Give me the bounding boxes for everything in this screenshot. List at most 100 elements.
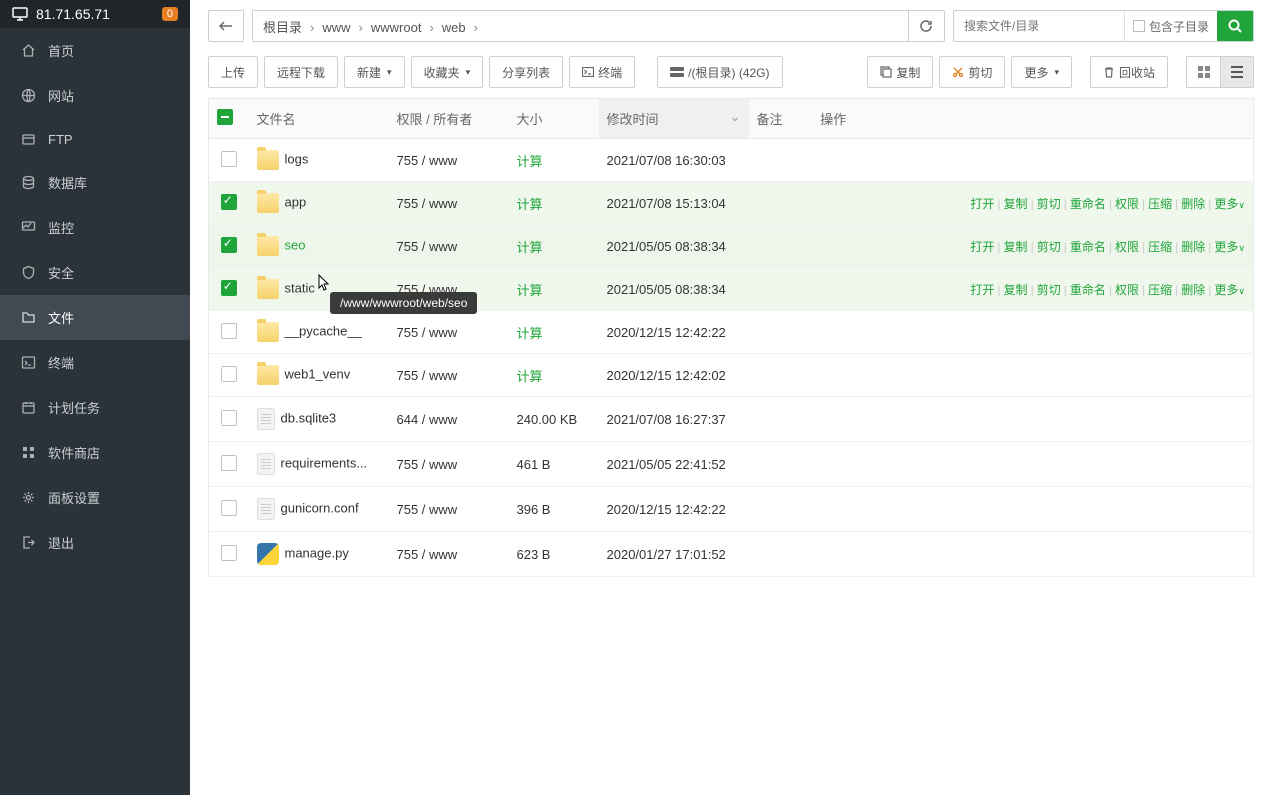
file-name[interactable]: requirements... [281, 455, 368, 470]
search-button[interactable] [1217, 11, 1253, 41]
disk-selector[interactable]: /(根目录) (42G) [657, 56, 782, 88]
row-action-打开[interactable]: 打开 [970, 240, 994, 254]
favorites-button[interactable]: 收藏夹▾ [411, 56, 484, 88]
table-row[interactable]: web1_venv755 / www计算2020/12/15 12:42:02 [209, 354, 1254, 397]
row-action-复制[interactable]: 复制 [1004, 240, 1028, 254]
column-mtime[interactable]: 修改时间⌄ [599, 99, 749, 139]
row-checkbox[interactable] [221, 151, 237, 167]
file-name[interactable]: web1_venv [285, 366, 351, 381]
row-action-复制[interactable]: 复制 [1004, 197, 1028, 211]
calc-size-link[interactable]: 计算 [517, 240, 543, 255]
breadcrumb-item[interactable]: web [442, 20, 466, 35]
file-name[interactable]: logs [285, 151, 309, 166]
column-name[interactable]: 文件名 [249, 99, 389, 139]
row-action-打开[interactable]: 打开 [970, 283, 994, 297]
sidebar-item-gear[interactable]: 面板设置 [0, 475, 190, 520]
include-subdir-checkbox[interactable]: 包含子目录 [1124, 11, 1217, 41]
row-checkbox[interactable] [221, 545, 237, 561]
row-checkbox[interactable] [221, 280, 237, 296]
row-action-剪切[interactable]: 剪切 [1037, 283, 1061, 297]
row-action-删除[interactable]: 删除 [1181, 240, 1205, 254]
list-view-button[interactable] [1220, 56, 1254, 88]
sidebar-item-shield[interactable]: 安全 [0, 250, 190, 295]
row-action-复制[interactable]: 复制 [1004, 283, 1028, 297]
row-action-权限[interactable]: 权限 [1115, 240, 1139, 254]
sidebar-item-terminal[interactable]: 终端 [0, 340, 190, 385]
sidebar-item-apps[interactable]: 软件商店 [0, 430, 190, 475]
row-action-剪切[interactable]: 剪切 [1037, 240, 1061, 254]
table-row[interactable]: logs755 / www计算2021/07/08 16:30:03 [209, 139, 1254, 182]
recycle-button[interactable]: 回收站 [1090, 56, 1168, 88]
file-name[interactable]: gunicorn.conf [281, 500, 359, 515]
row-action-压缩[interactable]: 压缩 [1148, 240, 1172, 254]
calc-size-link[interactable]: 计算 [517, 326, 543, 341]
row-action-剪切[interactable]: 剪切 [1037, 197, 1061, 211]
row-action-更多[interactable]: 更多∨ [1214, 283, 1245, 297]
row-action-更多[interactable]: 更多∨ [1214, 240, 1245, 254]
new-button[interactable]: 新建▾ [344, 56, 405, 88]
row-checkbox[interactable] [221, 323, 237, 339]
table-row[interactable]: seo755 / www计算2021/05/05 08:38:34打开|复制|剪… [209, 225, 1254, 268]
file-name[interactable]: __pycache__ [285, 323, 362, 338]
file-name[interactable]: db.sqlite3 [281, 410, 337, 425]
more-button[interactable]: 更多▾ [1011, 56, 1072, 88]
row-checkbox[interactable] [221, 410, 237, 426]
file-name[interactable]: manage.py [285, 545, 349, 560]
back-button[interactable] [208, 10, 244, 42]
column-perm[interactable]: 权限 / 所有者 [389, 99, 509, 139]
table-row[interactable]: gunicorn.conf755 / www396 B2020/12/15 12… [209, 487, 1254, 532]
calc-size-link[interactable]: 计算 [517, 283, 543, 298]
table-row[interactable]: manage.py755 / www623 B2020/01/27 17:01:… [209, 532, 1254, 577]
column-note[interactable]: 备注 [749, 99, 813, 139]
table-row[interactable]: app755 / www计算2021/07/08 15:13:04打开|复制|剪… [209, 182, 1254, 225]
notification-badge[interactable]: 0 [162, 7, 178, 21]
calc-size-link[interactable]: 计算 [517, 154, 543, 169]
select-all-checkbox[interactable] [217, 109, 233, 125]
terminal-button[interactable]: 终端 [569, 56, 635, 88]
calc-size-link[interactable]: 计算 [517, 369, 543, 384]
column-size[interactable]: 大小 [509, 99, 599, 139]
sidebar-item-database[interactable]: 数据库 [0, 160, 190, 205]
table-row[interactable]: requirements...755 / www461 B2021/05/05 … [209, 442, 1254, 487]
row-action-重命名[interactable]: 重命名 [1070, 240, 1106, 254]
sidebar-item-monitor[interactable]: 监控 [0, 205, 190, 250]
cut-button[interactable]: 剪切 [939, 56, 1005, 88]
row-action-权限[interactable]: 权限 [1115, 197, 1139, 211]
calc-size-link[interactable]: 计算 [517, 197, 543, 212]
row-action-更多[interactable]: 更多∨ [1214, 197, 1245, 211]
grid-view-button[interactable] [1186, 56, 1220, 88]
row-action-重命名[interactable]: 重命名 [1070, 283, 1106, 297]
table-row[interactable]: __pycache__755 / www计算2020/12/15 12:42:2… [209, 311, 1254, 354]
table-row[interactable]: db.sqlite3644 / www240.00 KB2021/07/08 1… [209, 397, 1254, 442]
file-name[interactable]: app [285, 194, 307, 209]
row-action-打开[interactable]: 打开 [970, 197, 994, 211]
sidebar-item-logout[interactable]: 退出 [0, 520, 190, 565]
file-name[interactable]: seo [285, 237, 306, 252]
upload-button[interactable]: 上传 [208, 56, 258, 88]
row-checkbox[interactable] [221, 366, 237, 382]
sidebar-item-folder[interactable]: 文件 [0, 295, 190, 340]
row-checkbox[interactable] [221, 237, 237, 253]
file-name[interactable]: static [285, 280, 315, 295]
sidebar-item-globe[interactable]: 网站 [0, 73, 190, 118]
row-action-压缩[interactable]: 压缩 [1148, 197, 1172, 211]
row-action-压缩[interactable]: 压缩 [1148, 283, 1172, 297]
breadcrumb-item[interactable]: wwwroot [371, 20, 422, 35]
copy-button[interactable]: 复制 [867, 56, 933, 88]
refresh-button[interactable] [908, 11, 944, 41]
row-checkbox[interactable] [221, 455, 237, 471]
row-checkbox[interactable] [221, 500, 237, 516]
breadcrumb-item[interactable]: www [322, 20, 350, 35]
remote-download-button[interactable]: 远程下载 [264, 56, 338, 88]
row-checkbox[interactable] [221, 194, 237, 210]
row-action-删除[interactable]: 删除 [1181, 283, 1205, 297]
select-all-header[interactable] [209, 99, 249, 139]
row-action-重命名[interactable]: 重命名 [1070, 197, 1106, 211]
share-list-button[interactable]: 分享列表 [489, 56, 563, 88]
sidebar-item-home[interactable]: 首页 [0, 28, 190, 73]
row-action-权限[interactable]: 权限 [1115, 283, 1139, 297]
sidebar-item-ftp[interactable]: FTP [0, 118, 190, 160]
search-input[interactable] [954, 11, 1124, 41]
breadcrumb-item[interactable]: 根目录 [263, 20, 302, 35]
row-action-删除[interactable]: 删除 [1181, 197, 1205, 211]
